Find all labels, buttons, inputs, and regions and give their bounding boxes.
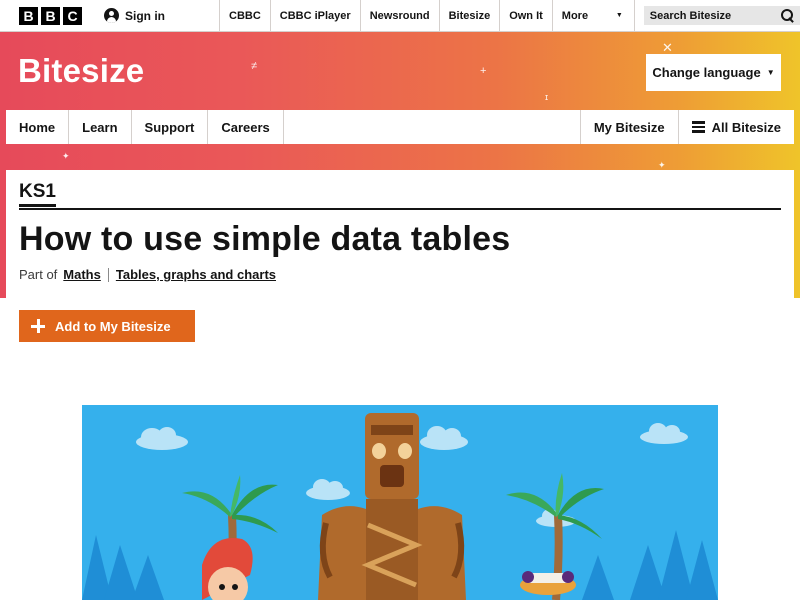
subnav-item-home[interactable]: Home: [6, 110, 70, 144]
account-icon: [104, 8, 119, 23]
sparkle-icon: ≠: [251, 60, 258, 72]
nav-link-cbbc[interactable]: CBBC: [220, 0, 271, 31]
bitesize-subnav: Home Learn Support Careers My Bitesize A…: [6, 110, 794, 144]
more-menu-button[interactable]: More ▼: [553, 0, 635, 31]
divider: [19, 208, 781, 210]
character-left: [202, 538, 253, 600]
subnav-item-my-bitesize[interactable]: My Bitesize: [581, 110, 679, 144]
nav-link-newsround[interactable]: Newsround: [361, 0, 440, 31]
more-label: More: [561, 9, 589, 22]
breadcrumb-subject-link[interactable]: Maths: [63, 267, 101, 282]
hero-illustration: [82, 405, 718, 600]
nav-link-cbbc-iplayer[interactable]: CBBC iPlayer: [271, 0, 361, 31]
change-language-label: Change language: [652, 65, 761, 80]
subnav-spacer: [284, 110, 581, 144]
chevron-down-icon: ▼: [766, 68, 775, 77]
global-nav-links: CBBC CBBC iPlayer Newsround Bitesize Own…: [220, 0, 635, 31]
search-placeholder: Search Bitesize: [649, 9, 732, 22]
all-bitesize-label: All Bitesize: [711, 119, 781, 135]
page-title: How to use simple data tables: [19, 220, 511, 258]
breadcrumb-topic-link[interactable]: Tables, graphs and charts: [116, 267, 276, 282]
sparkle-icon: ✦: [62, 151, 70, 161]
plus-icon: [31, 319, 45, 333]
bbc-logo[interactable]: B B C: [0, 0, 92, 31]
bbc-global-nav: B B C Sign in CBBC CBBC iPlayer Newsroun…: [0, 0, 800, 32]
subnav-item-careers[interactable]: Careers: [208, 110, 284, 144]
search-icon[interactable]: [780, 9, 794, 22]
sign-in-link[interactable]: Sign in: [92, 0, 220, 31]
illustration-svg: [82, 413, 718, 600]
nav-link-own-it[interactable]: Own It: [500, 0, 553, 31]
bbc-logo-letter: C: [63, 6, 82, 25]
character-right: [520, 571, 576, 595]
sparkle-icon: ɪ: [545, 92, 549, 102]
add-to-my-bitesize-button[interactable]: Add to My Bitesize: [19, 310, 195, 342]
breadcrumb-separator: [107, 267, 109, 282]
chevron-down-icon: ▼: [615, 12, 623, 19]
sparkle-icon: +: [480, 65, 487, 77]
key-stage-link[interactable]: KS1: [19, 181, 56, 207]
bbc-logo-letter: B: [41, 6, 60, 25]
part-of-label: Part of: [19, 267, 58, 282]
add-button-label: Add to My Bitesize: [55, 318, 171, 334]
search-input[interactable]: Search Bitesize: [643, 6, 800, 25]
breadcrumb: Part of Maths Tables, graphs and charts: [19, 267, 276, 282]
subnav-item-learn[interactable]: Learn: [69, 110, 132, 144]
bbc-logo-letter: B: [19, 6, 38, 25]
menu-icon: [691, 121, 705, 133]
sign-in-label: Sign in: [125, 8, 165, 23]
nav-link-bitesize[interactable]: Bitesize: [440, 0, 501, 31]
subnav-item-support[interactable]: Support: [132, 110, 209, 144]
bitesize-logo[interactable]: Bitesize: [18, 52, 144, 90]
change-language-button[interactable]: Change language ▼: [646, 54, 781, 91]
all-bitesize-menu-button[interactable]: All Bitesize: [679, 110, 794, 144]
